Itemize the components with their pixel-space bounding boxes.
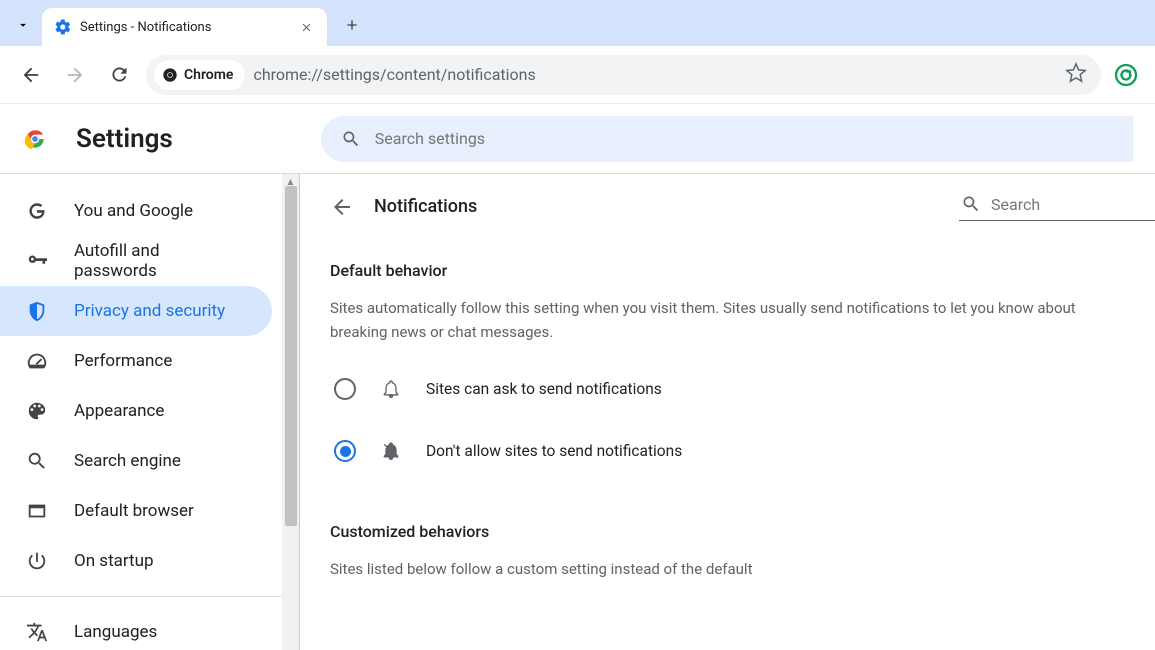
section-default-behavior-title: Default behavior (330, 261, 1155, 280)
radio-button-unchecked[interactable] (334, 378, 356, 400)
tab-close-button[interactable] (297, 18, 315, 36)
tab-strip: Settings - Notifications (0, 0, 1155, 46)
shield-icon (26, 300, 48, 322)
sidebar-item-on-startup[interactable]: On startup (0, 536, 272, 586)
browser-toolbar: Chrome (0, 46, 1155, 104)
chrome-icon (162, 67, 178, 83)
sidebar-divider (0, 596, 282, 597)
arrow-left-icon (330, 195, 354, 219)
forward-button[interactable] (58, 58, 92, 92)
search-icon (26, 450, 48, 472)
sidebar-item-you-and-google[interactable]: You and Google (0, 186, 272, 236)
chevron-down-icon (16, 18, 30, 32)
section-default-behavior-desc: Sites automatically follow this setting … (330, 296, 1155, 344)
section-customized-title: Customized behaviors (330, 522, 1155, 541)
speed-icon (26, 350, 48, 372)
key-icon (26, 250, 48, 272)
new-tab-button[interactable] (337, 10, 367, 40)
content-search-input[interactable] (991, 195, 1151, 214)
url-input[interactable] (253, 65, 1057, 84)
section-customized-desc: Sites listed below follow a custom setti… (330, 557, 1155, 581)
sidebar-item-languages[interactable]: Languages (0, 607, 272, 650)
settings-sidebar: You and Google Autofill and passwords Pr… (0, 174, 282, 650)
back-button[interactable] (14, 58, 48, 92)
browser-tab[interactable]: Settings - Notifications (42, 8, 327, 46)
palette-icon (26, 400, 48, 422)
page-title: Settings (76, 124, 173, 154)
star-icon (1065, 62, 1087, 84)
google-icon (26, 200, 48, 222)
address-bar[interactable]: Chrome (146, 55, 1101, 95)
search-icon (341, 129, 361, 149)
sidebar-item-default-browser[interactable]: Default browser (0, 486, 272, 536)
tab-title: Settings - Notifications (80, 20, 289, 35)
bell-off-icon (380, 440, 402, 462)
radio-button-checked[interactable] (334, 440, 356, 462)
radio-label: Sites can ask to send notifications (426, 380, 662, 398)
search-icon (961, 194, 981, 214)
bell-icon (380, 378, 402, 400)
translate-icon (26, 621, 48, 643)
reload-icon (109, 64, 130, 85)
browser-icon (26, 500, 48, 522)
chrome-logo-icon (22, 126, 48, 152)
settings-content: Notifications Default behavior Sites aut… (299, 174, 1155, 650)
sidebar-item-autofill[interactable]: Autofill and passwords (0, 236, 272, 286)
radio-sites-can-ask[interactable]: Sites can ask to send notifications (330, 368, 1155, 430)
arrow-left-icon (20, 64, 42, 86)
settings-search[interactable] (321, 116, 1133, 162)
content-title: Notifications (374, 196, 939, 217)
sidebar-item-privacy[interactable]: Privacy and security (0, 286, 272, 336)
settings-search-input[interactable] (375, 129, 1113, 148)
radio-dont-allow[interactable]: Don't allow sites to send notifications (330, 430, 1155, 492)
extension-button[interactable] (1111, 60, 1141, 90)
tab-search-button[interactable] (8, 10, 38, 40)
power-icon (26, 550, 48, 572)
sidebar-item-performance[interactable]: Performance (0, 336, 272, 386)
sidebar-item-search-engine[interactable]: Search engine (0, 436, 272, 486)
sidebar-scrollbar[interactable]: ▲ (282, 174, 299, 650)
grammarly-icon (1114, 63, 1138, 87)
arrow-right-icon (64, 64, 86, 86)
sidebar-item-appearance[interactable]: Appearance (0, 386, 272, 436)
settings-header: Settings (0, 104, 1155, 174)
scrollbar-thumb[interactable] (285, 186, 297, 526)
plus-icon (344, 17, 360, 33)
content-search[interactable] (959, 192, 1155, 221)
close-icon (300, 21, 313, 34)
content-back-button[interactable] (330, 195, 354, 219)
gear-icon (54, 18, 72, 36)
bookmark-button[interactable] (1065, 62, 1087, 88)
site-chip[interactable]: Chrome (154, 60, 245, 90)
site-chip-label: Chrome (184, 67, 233, 83)
radio-label: Don't allow sites to send notifications (426, 442, 682, 460)
reload-button[interactable] (102, 58, 136, 92)
